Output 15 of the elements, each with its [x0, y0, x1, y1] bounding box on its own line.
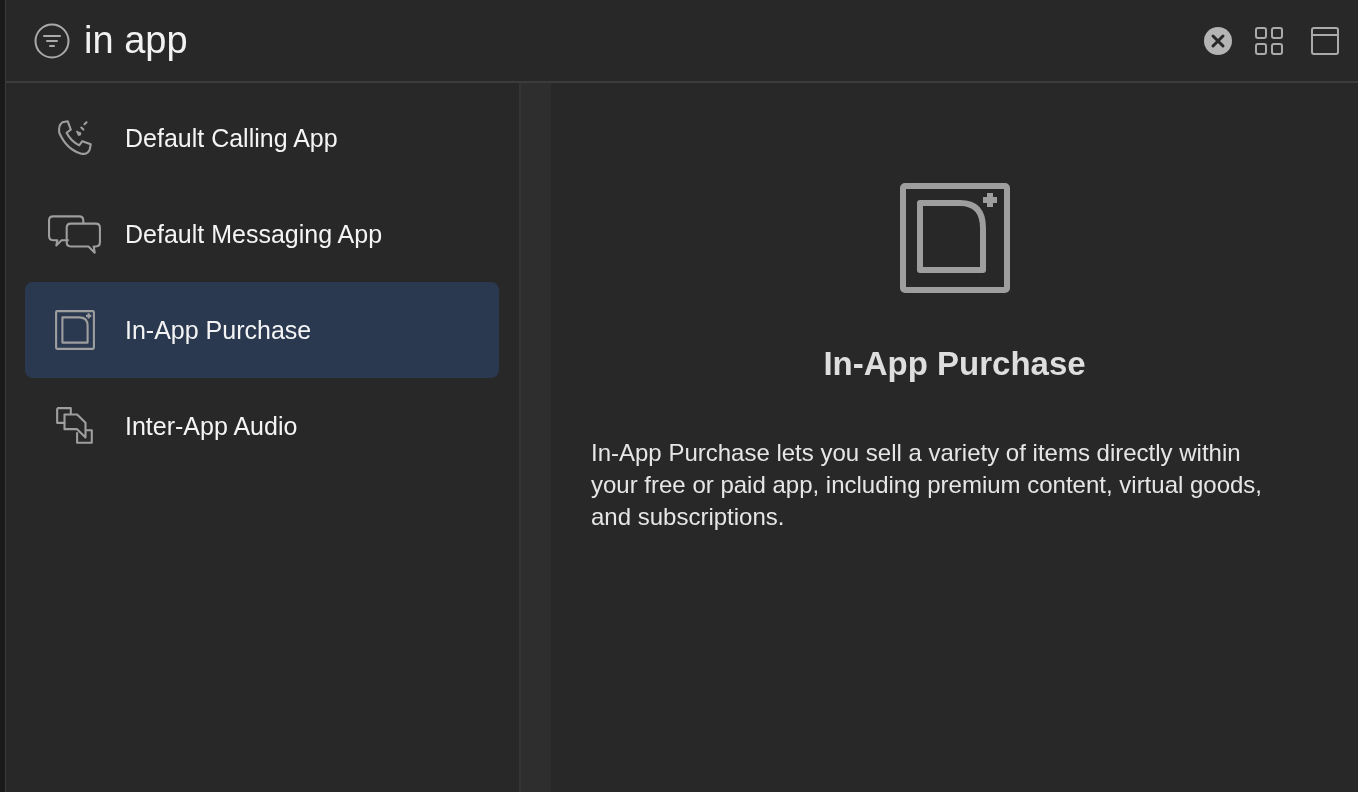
detail-title: In-App Purchase	[823, 345, 1086, 383]
detail-description: In-App Purchase lets you sell a variety of items directly within your free or paid app, including premium content, virtual goods, and subscriptions.	[591, 438, 1264, 532]
chat-bubbles-icon	[48, 213, 102, 255]
window-view-button[interactable]	[1310, 25, 1340, 56]
speaker-squares-icon	[54, 405, 96, 447]
sidebar-item[interactable]: Default Calling App	[25, 90, 499, 186]
sidebar-item[interactable]: Inter-App Audio	[25, 378, 499, 474]
sidebar-item[interactable]: In-App Purchase	[25, 282, 499, 378]
sidebar-item[interactable]: Default Messaging App	[25, 186, 499, 282]
filter-icon[interactable]	[34, 22, 70, 59]
framed-square-icon	[54, 309, 96, 351]
search-field[interactable]: in app	[84, 15, 1190, 66]
framed-square-icon	[899, 183, 1010, 293]
clear-button[interactable]	[1204, 26, 1232, 55]
grid-view-button[interactable]	[1254, 25, 1284, 56]
